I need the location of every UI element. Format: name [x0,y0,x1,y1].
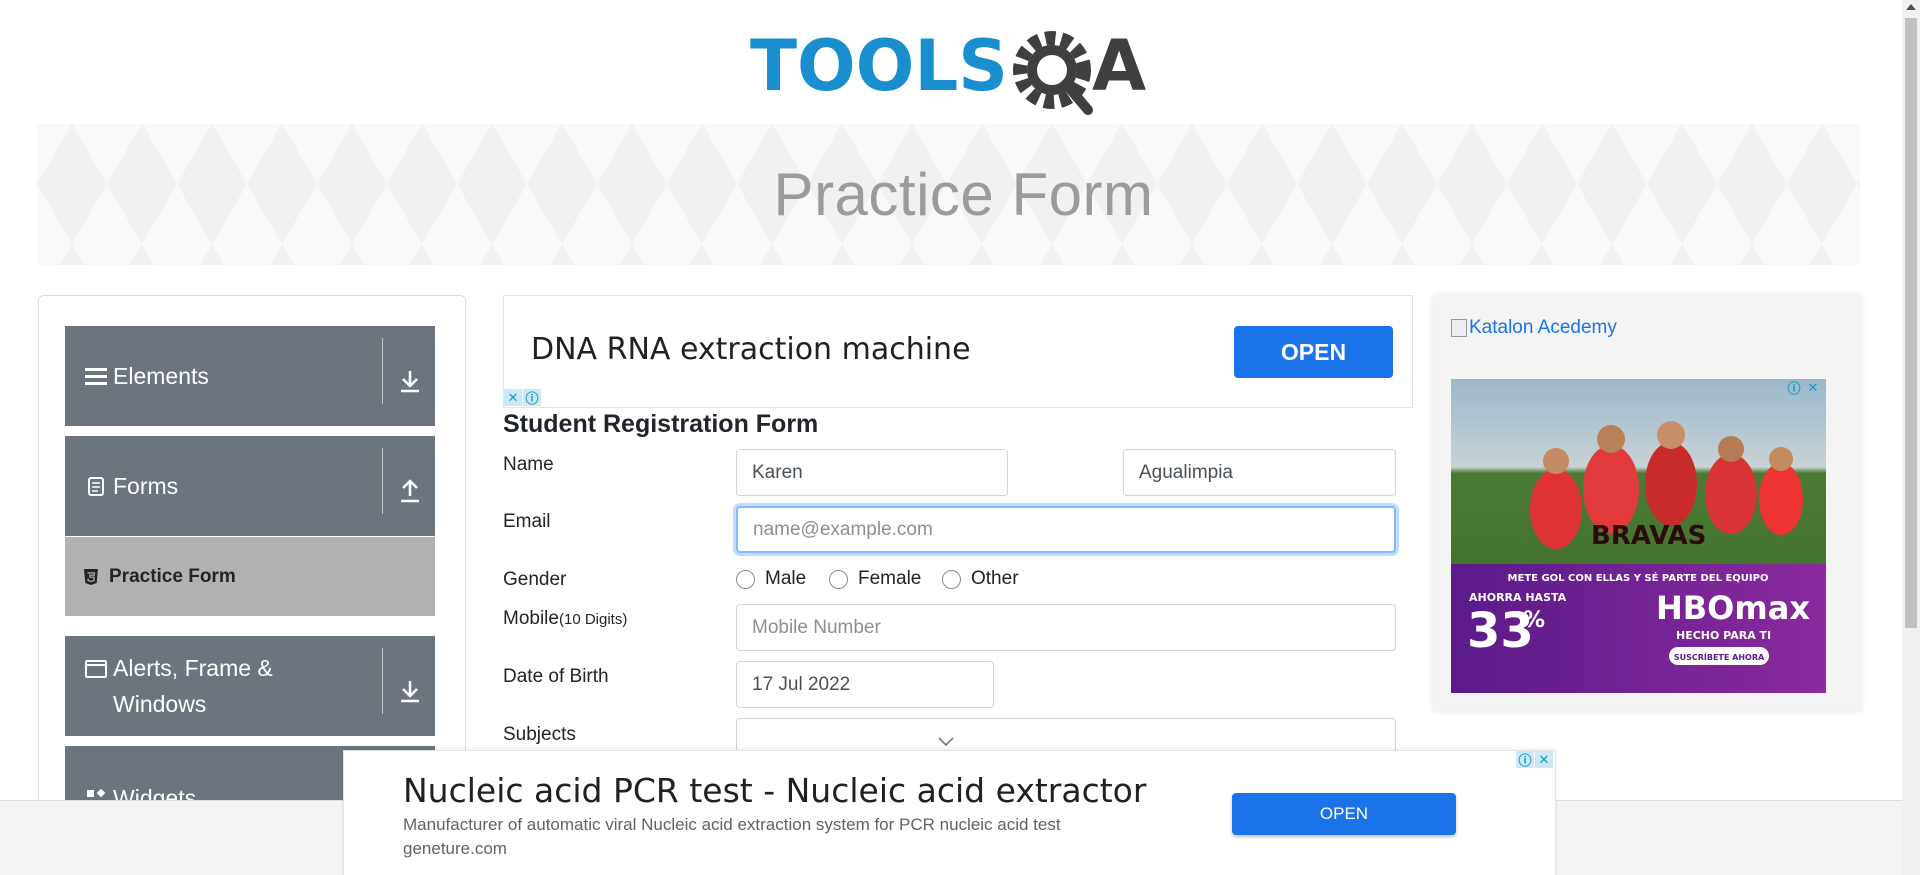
mobile-label: Mobile(10 Digits) [503,608,627,630]
last-name-input[interactable] [1123,449,1396,496]
ad-url[interactable]: geneture.com [403,839,507,859]
page-banner: Practice Form [37,124,1860,265]
promo-team-text: BRAVAS [1591,521,1706,551]
radio-circle[interactable] [736,569,755,589]
info-icon[interactable]: ⓘ [1516,751,1534,768]
gender-radio-other[interactable]: Other [942,568,1019,590]
email-input[interactable] [736,506,1396,553]
sidebar-group-alerts[interactable]: Alerts, Frame & Windows [65,636,435,736]
window-icon [85,658,107,680]
page-title: Practice Form [773,161,1154,228]
page: TOOLS A Practice Form Elements Forms Pra… [0,0,1920,875]
download-arrow-icon[interactable] [395,676,425,706]
html5-icon [83,568,99,586]
ad-description: Manufacturer of automatic viral Nucleic … [403,815,1061,834]
sidebar-group-forms[interactable]: Forms [65,436,435,536]
ad-banner-top[interactable]: DNA RNA extraction machine OPEN [503,295,1413,408]
mobile-label-text: Mobile [503,608,559,629]
info-icon[interactable]: ⓘ [523,389,541,406]
ad-choices[interactable]: ⓘ ✕ [1516,751,1553,768]
close-icon[interactable]: ✕ [1804,379,1822,396]
katalon-academy-link[interactable]: Katalon Acedemy [1451,317,1617,339]
sidebar-item-practice-form[interactable]: Practice Form [65,537,435,616]
vertical-scrollbar[interactable] [1902,0,1920,875]
radio-label: Male [765,568,807,589]
promo-percent-sign: % [1523,608,1545,633]
chevron-down-icon [938,737,954,747]
radio-label: Female [858,568,922,589]
close-icon[interactable]: ✕ [1535,751,1553,768]
ad-open-button[interactable]: OPEN [1232,793,1456,835]
promo-tag: HECHO PARA TI [1676,629,1771,642]
dob-label: Date of Birth [503,666,609,687]
gender-radio-male[interactable]: Male [736,568,806,590]
ad-open-button[interactable]: OPEN [1234,326,1393,378]
toolsqa-logo[interactable]: TOOLS A [750,18,1155,116]
form-title: Student Registration Form [503,410,819,438]
scroll-up-arrow-icon[interactable] [1906,4,1916,10]
ad-choices[interactable]: ✕ ⓘ [504,389,541,406]
first-name-input[interactable] [736,449,1008,496]
promo-brand: HBOmax [1656,589,1810,627]
sidebar-group-elements[interactable]: Elements [65,326,435,426]
info-icon[interactable]: ⓘ [1785,379,1803,396]
svg-text:TOOLS: TOOLS [750,25,1008,107]
hbomax-promo-image[interactable]: BRAVAS METE GOL CON ELLAS Y SÉ PARTE DEL… [1451,379,1826,693]
radio-label: Other [971,568,1019,589]
ad-title: Nucleic acid PCR test - Nucleic acid ext… [403,771,1147,810]
ad-title: DNA RNA extraction machine [531,332,971,367]
date-of-birth-input[interactable] [736,661,994,708]
promo-line: METE GOL CON ELLAS Y SÉ PARTE DEL EQUIPO [1508,571,1769,584]
sidebar-group-label: Elements [113,363,209,389]
gender-radio-female[interactable]: Female [829,568,921,590]
sidebar-item-label: Practice Form [109,565,236,587]
document-icon [85,475,107,497]
subjects-label: Subjects [503,724,576,745]
email-label: Email [503,511,551,532]
sidebar-group-label: Forms [113,473,179,499]
sidebar-group-label: Alerts, Frame & Windows [113,655,273,717]
ad-sidebar-right[interactable]: Katalon Acedemy BRAVAS METE GOL CON ELLA… [1433,295,1861,711]
close-icon[interactable]: ✕ [504,389,522,406]
mobile-hint: (10 Digits) [558,611,628,628]
upload-arrow-icon[interactable] [395,476,425,506]
promo-cta: SUSCRÍBETE AHORA [1674,651,1765,662]
radio-circle[interactable] [942,569,961,589]
svg-text:A: A [1092,25,1146,107]
hamburger-icon [85,365,107,387]
gender-label: Gender [503,569,567,590]
mobile-input[interactable] [736,604,1396,651]
radio-circle[interactable] [829,569,848,589]
download-arrow-icon[interactable] [395,366,425,396]
ad-banner-bottom[interactable]: Nucleic acid PCR test - Nucleic acid ext… [343,750,1556,875]
name-label: Name [503,454,554,475]
scrollbar-thumb[interactable] [1905,18,1917,628]
katalon-link-text: Katalon Acedemy [1469,317,1617,338]
ad-choices[interactable]: ⓘ ✕ [1785,379,1822,397]
broken-image-icon [1451,319,1467,337]
